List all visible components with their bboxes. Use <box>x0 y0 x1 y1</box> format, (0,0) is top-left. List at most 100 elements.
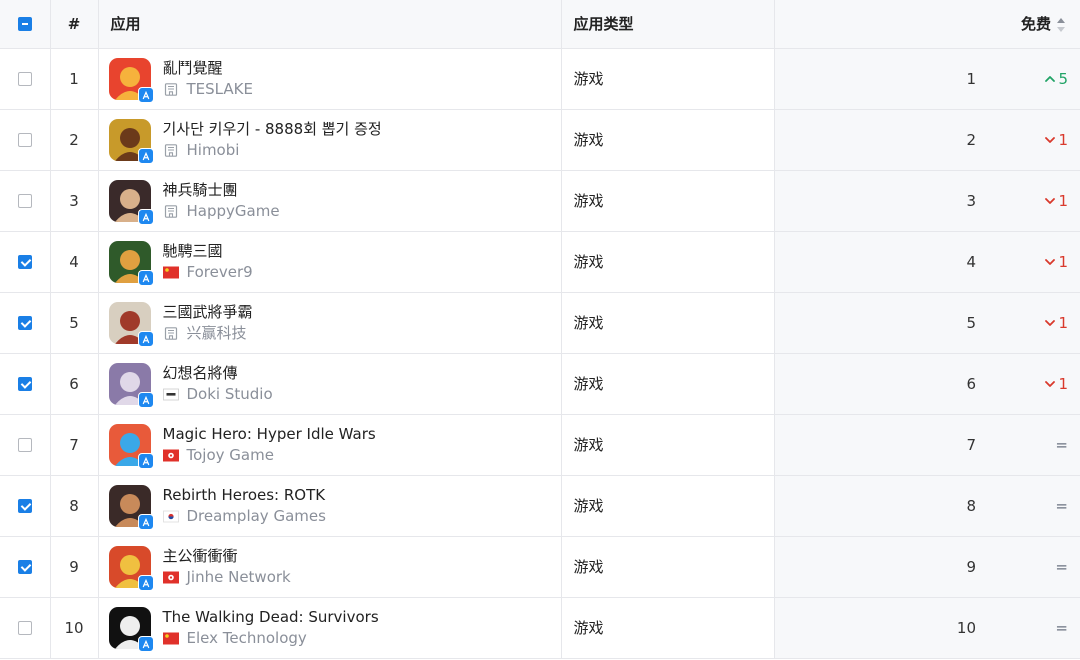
app-name[interactable]: 幻想名將傳 <box>163 363 273 383</box>
row-checkbox[interactable] <box>17 498 32 513</box>
table-row[interactable]: 9 主公衝衝衝 Jinhe Network 游戏 9 = <box>0 536 1080 598</box>
app-name[interactable]: 主公衝衝衝 <box>163 546 291 566</box>
table-header: # 应用 应用类型 免费 <box>0 0 1080 49</box>
app-cell: 幻想名將傳 Doki Studio <box>98 353 562 415</box>
app-info[interactable]: 主公衝衝衝 Jinhe Network <box>99 545 561 591</box>
rank-value: 7 <box>966 435 976 454</box>
app-type: 游戏 <box>561 231 775 293</box>
row-checkbox[interactable] <box>17 315 32 330</box>
select-all-checkbox[interactable] <box>17 16 32 31</box>
app-name[interactable]: 亂鬥覺醒 <box>163 58 253 78</box>
publisher-name[interactable]: Tojoy Game <box>187 445 274 465</box>
app-info[interactable]: 馳騁三國 Forever9 <box>99 240 561 286</box>
row-select-cell <box>0 536 51 598</box>
row-checkbox[interactable] <box>17 437 32 452</box>
app-type: 游戏 <box>561 353 775 415</box>
publisher-row: Elex Technology <box>162 628 379 648</box>
row-checkbox[interactable] <box>17 71 32 86</box>
table-row[interactable]: 2 기사단 키우기 - 8888회 뽑기 증정 Himobi 游戏 2 1 <box>0 109 1080 171</box>
flag-hk-icon <box>162 449 179 461</box>
row-number: 9 <box>50 536 99 598</box>
app-cell: 主公衝衝衝 Jinhe Network <box>98 536 562 598</box>
table-row[interactable]: 7 Magic Hero: Hyper Idle Wars Tojoy Game… <box>0 414 1080 476</box>
app-info[interactable]: 幻想名將傳 Doki Studio <box>99 362 561 408</box>
header-rank-label: 免费 <box>1020 15 1051 34</box>
app-type: 游戏 <box>561 292 775 354</box>
rank-value: 9 <box>966 557 976 576</box>
row-checkbox[interactable] <box>17 620 32 635</box>
rank-box: 6 1 <box>775 375 1080 393</box>
app-name[interactable]: The Walking Dead: Survivors <box>163 607 379 627</box>
app-store-icon <box>137 208 154 225</box>
app-name[interactable]: 三國武將爭霸 <box>163 302 253 322</box>
rank-box: 5 1 <box>775 314 1080 332</box>
app-icon-wrap <box>108 240 154 286</box>
row-checkbox[interactable] <box>17 132 32 147</box>
rank-change: 5 <box>1024 70 1068 88</box>
row-number: 6 <box>50 353 99 415</box>
app-name[interactable]: 神兵騎士團 <box>163 180 280 200</box>
app-name[interactable]: Rebirth Heroes: ROTK <box>163 485 326 505</box>
app-info[interactable]: 亂鬥覺醒 TESLAKE <box>99 57 561 103</box>
row-checkbox[interactable] <box>17 376 32 391</box>
header-num: # <box>50 0 99 49</box>
sort-icon[interactable] <box>1057 17 1066 32</box>
app-cell: 馳騁三國 Forever9 <box>98 231 562 293</box>
row-number: 4 <box>50 231 99 293</box>
row-checkbox[interactable] <box>17 193 32 208</box>
app-info[interactable]: 神兵騎士團 HappyGame <box>99 179 561 225</box>
rank-cell: 1 5 <box>774 48 1080 110</box>
app-name[interactable]: 기사단 키우기 - 8888회 뽑기 증정 <box>163 119 382 139</box>
rank-cell: 9 = <box>774 536 1080 598</box>
publisher-name[interactable]: Dreamplay Games <box>187 506 326 526</box>
table-row[interactable]: 4 馳騁三國 Forever9 游戏 4 1 <box>0 231 1080 293</box>
flag-tw-icon <box>162 388 179 400</box>
rank-change-value: 5 <box>1058 69 1068 88</box>
table-row[interactable]: 5 三國武將爭霸 兴赢科技 游戏 5 1 <box>0 292 1080 354</box>
app-info[interactable]: Rebirth Heroes: ROTK Dreamplay Games <box>99 484 561 530</box>
app-cell: The Walking Dead: Survivors Elex Technol… <box>98 597 562 659</box>
rank-cell: 10 = <box>774 597 1080 659</box>
publisher-name[interactable]: HappyGame <box>187 201 280 221</box>
rank-value: 8 <box>966 496 976 515</box>
app-info[interactable]: 三國武將爭霸 兴赢科技 <box>99 301 561 347</box>
app-text: 主公衝衝衝 Jinhe Network <box>162 546 291 587</box>
publisher-name[interactable]: TESLAKE <box>187 79 253 99</box>
app-name[interactable]: Magic Hero: Hyper Idle Wars <box>163 424 376 444</box>
publisher-row: Dreamplay Games <box>162 506 326 526</box>
table-row[interactable]: 10 The Walking Dead: Survivors Elex Tech… <box>0 597 1080 659</box>
app-info[interactable]: The Walking Dead: Survivors Elex Technol… <box>99 606 561 652</box>
header-rank[interactable]: 免费 <box>774 0 1080 49</box>
publisher-name[interactable]: Elex Technology <box>187 628 307 648</box>
ranking-table: # 应用 应用类型 免费 1 亂鬥覺醒 TESLAKE 游戏 1 5 2 기사단… <box>0 0 1080 659</box>
app-info[interactable]: 기사단 키우기 - 8888회 뽑기 증정 Himobi <box>99 118 561 164</box>
publisher-name[interactable]: Forever9 <box>187 262 253 282</box>
table-row[interactable]: 1 亂鬥覺醒 TESLAKE 游戏 1 5 <box>0 48 1080 110</box>
app-store-icon <box>137 574 154 591</box>
publisher-name[interactable]: Himobi <box>187 140 240 160</box>
app-store-icon <box>137 635 154 652</box>
rank-change-value: 1 <box>1058 130 1068 149</box>
publisher-row: Himobi <box>163 140 382 160</box>
table-row[interactable]: 6 幻想名將傳 Doki Studio 游戏 6 1 <box>0 353 1080 415</box>
app-type: 游戏 <box>561 597 775 659</box>
row-checkbox[interactable] <box>17 559 32 574</box>
app-cell: 기사단 키우기 - 8888회 뽑기 증정 Himobi <box>98 109 562 171</box>
rank-cell: 6 1 <box>774 353 1080 415</box>
row-checkbox[interactable] <box>17 254 32 269</box>
table-row[interactable]: 3 神兵騎士團 HappyGame 游戏 3 1 <box>0 170 1080 232</box>
app-name[interactable]: 馳騁三國 <box>163 241 253 261</box>
publisher-name[interactable]: Jinhe Network <box>187 567 291 587</box>
rank-cell: 4 1 <box>774 231 1080 293</box>
rank-value: 3 <box>966 191 976 210</box>
chevron-down-icon <box>1045 259 1056 265</box>
publisher-name[interactable]: Doki Studio <box>187 384 273 404</box>
rank-box: 1 5 <box>775 70 1080 88</box>
publisher-name[interactable]: 兴赢科技 <box>187 323 247 343</box>
app-icon-wrap <box>108 301 154 347</box>
rank-box: 10 = <box>775 619 1080 637</box>
app-text: 亂鬥覺醒 TESLAKE <box>163 58 253 99</box>
table-row[interactable]: 8 Rebirth Heroes: ROTK Dreamplay Games 游… <box>0 475 1080 537</box>
app-cell: Magic Hero: Hyper Idle Wars Tojoy Game <box>98 414 562 476</box>
app-info[interactable]: Magic Hero: Hyper Idle Wars Tojoy Game <box>99 423 561 469</box>
